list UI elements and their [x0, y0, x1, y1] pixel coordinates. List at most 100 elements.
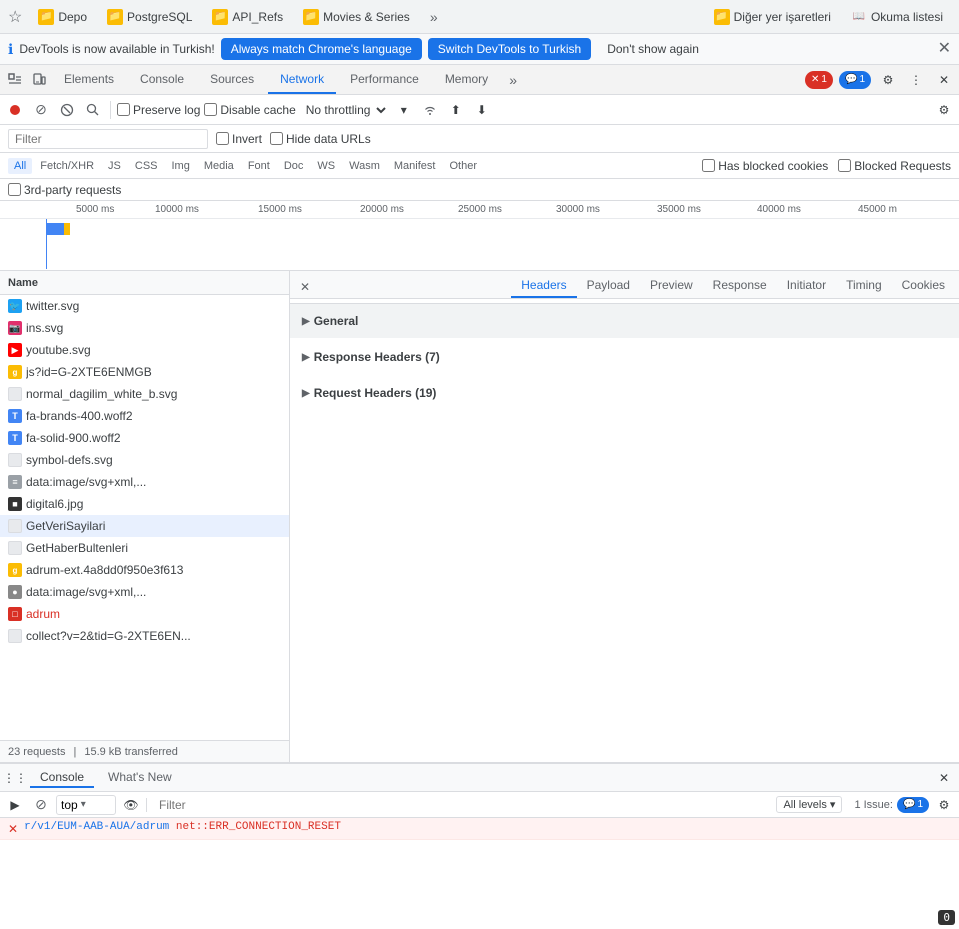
- tab-console[interactable]: Console: [128, 65, 196, 94]
- detail-tab-preview[interactable]: Preview: [640, 274, 703, 298]
- file-item-data-svg-2[interactable]: ● data:image/svg+xml,...: [0, 581, 289, 603]
- detail-tab-timing[interactable]: Timing: [836, 274, 892, 298]
- close-devtools-button[interactable]: ✕: [933, 69, 955, 91]
- bookmark-reading[interactable]: 📖 Okuma listesi: [843, 6, 951, 28]
- invert-label[interactable]: Invert: [216, 132, 262, 146]
- detail-tab-headers[interactable]: Headers: [511, 274, 576, 298]
- console-execute-button[interactable]: ▶: [4, 794, 26, 816]
- filter-type-ws[interactable]: WS: [311, 158, 341, 174]
- filter-type-img[interactable]: Img: [166, 158, 196, 174]
- network-settings-button[interactable]: ⚙: [933, 99, 955, 121]
- console-settings-button[interactable]: ⚙: [933, 794, 955, 816]
- filter-type-all[interactable]: All: [8, 158, 32, 174]
- device-toolbar-button[interactable]: [28, 69, 50, 91]
- dont-show-again-button[interactable]: Don't show again: [597, 38, 709, 60]
- filter-type-wasm[interactable]: Wasm: [343, 158, 386, 174]
- switch-devtools-button[interactable]: Switch DevTools to Turkish: [428, 38, 591, 60]
- file-favicon-font: T: [8, 431, 22, 445]
- has-blocked-cookies-checkbox[interactable]: [702, 159, 715, 172]
- close-detail-button[interactable]: ✕: [294, 276, 316, 298]
- bookmark-depo[interactable]: 📁 Depo: [30, 6, 95, 28]
- preserve-log-label[interactable]: Preserve log: [117, 103, 200, 117]
- filter-type-css[interactable]: CSS: [129, 158, 164, 174]
- response-headers-section[interactable]: ▶ Response Headers (7): [290, 338, 959, 374]
- always-match-button[interactable]: Always match Chrome's language: [221, 38, 422, 60]
- throttle-down-button[interactable]: ▾: [393, 99, 415, 121]
- detail-tab-response[interactable]: Response: [703, 274, 777, 298]
- blocked-requests-checkbox[interactable]: [838, 159, 851, 172]
- file-item-collect[interactable]: collect?v=2&tid=G-2XTE6EN...: [0, 625, 289, 647]
- throttle-select[interactable]: No throttling: [300, 102, 389, 118]
- inspect-element-button[interactable]: [4, 69, 26, 91]
- file-item-ins[interactable]: 📷 ins.svg: [0, 317, 289, 339]
- file-item-data-svg-1[interactable]: ≡ data:image/svg+xml,...: [0, 471, 289, 493]
- detail-tab-initiator[interactable]: Initiator: [777, 274, 836, 298]
- file-item-youtube[interactable]: ▶ youtube.svg: [0, 339, 289, 361]
- file-item-adrum-ext[interactable]: g adrum-ext.4a8dd0f950e3f613: [0, 559, 289, 581]
- search-button[interactable]: [82, 99, 104, 121]
- console-tab-console[interactable]: Console: [30, 768, 94, 788]
- tab-memory[interactable]: Memory: [433, 65, 500, 94]
- bookmark-other[interactable]: 📁 Diğer yer işaretleri: [706, 6, 839, 28]
- tab-performance[interactable]: Performance: [338, 65, 431, 94]
- filter-type-fetch-xhr[interactable]: Fetch/XHR: [34, 158, 100, 174]
- third-party-checkbox[interactable]: [8, 183, 21, 196]
- detail-tab-payload[interactable]: Payload: [577, 274, 640, 298]
- filter-type-doc[interactable]: Doc: [278, 158, 310, 174]
- file-item-symbol-defs[interactable]: symbol-defs.svg: [0, 449, 289, 471]
- has-blocked-cookies-label[interactable]: Has blocked cookies: [702, 159, 828, 173]
- bookmark-movies[interactable]: 📁 Movies & Series: [295, 6, 418, 28]
- blocked-requests-label[interactable]: Blocked Requests: [838, 159, 951, 173]
- file-item-digital6[interactable]: ■ digital6.jpg: [0, 493, 289, 515]
- more-options-button[interactable]: ⋮: [905, 69, 927, 91]
- filter-input[interactable]: [8, 129, 208, 149]
- filter-type-js[interactable]: JS: [102, 158, 127, 174]
- filter-type-manifest[interactable]: Manifest: [388, 158, 442, 174]
- stop-button[interactable]: ⊘: [30, 99, 52, 121]
- preserve-log-checkbox[interactable]: [117, 103, 130, 116]
- tab-network[interactable]: Network: [268, 65, 336, 94]
- close-console-button[interactable]: ✕: [933, 767, 955, 789]
- hide-data-urls-label[interactable]: Hide data URLs: [270, 132, 371, 146]
- file-item-jsid[interactable]: g js?id=G-2XTE6ENMGB: [0, 361, 289, 383]
- record-button[interactable]: [4, 99, 26, 121]
- file-item-adrum[interactable]: □ adrum: [0, 603, 289, 625]
- disable-cache-checkbox[interactable]: [204, 103, 217, 116]
- filter-type-other[interactable]: Other: [443, 158, 483, 174]
- third-party-label[interactable]: 3rd-party requests: [8, 183, 121, 197]
- context-selector[interactable]: top ▾: [56, 795, 116, 815]
- detail-tab-cookies[interactable]: Cookies: [892, 274, 955, 298]
- hide-data-urls-checkbox[interactable]: [270, 132, 283, 145]
- file-item-fa-solid[interactable]: T fa-solid-900.woff2: [0, 427, 289, 449]
- disable-cache-label[interactable]: Disable cache: [204, 103, 295, 117]
- console-stop-button[interactable]: ⊘: [30, 794, 52, 816]
- all-levels-button[interactable]: All levels ▾: [776, 796, 842, 813]
- general-section[interactable]: ▶ General: [290, 303, 959, 338]
- more-tabs-button[interactable]: »: [502, 69, 524, 91]
- console-eye-button[interactable]: 👁: [120, 794, 142, 816]
- bookmark-more[interactable]: »: [422, 6, 446, 28]
- file-item-twitter[interactable]: 🐦 twitter.svg: [0, 295, 289, 317]
- export-button[interactable]: ⬇: [471, 99, 493, 121]
- settings-button[interactable]: ⚙: [877, 69, 899, 91]
- bookmark-postgresql[interactable]: 📁 PostgreSQL: [99, 6, 200, 28]
- file-item-getverisayilari[interactable]: GetVeriSayilari: [0, 515, 289, 537]
- close-notification-button[interactable]: ✕: [938, 41, 951, 57]
- wifi-icon-button[interactable]: [419, 99, 441, 121]
- bookmark-api-refs[interactable]: 📁 API_Refs: [204, 6, 291, 28]
- filter-type-media[interactable]: Media: [198, 158, 240, 174]
- tab-elements[interactable]: Elements: [52, 65, 126, 94]
- import-button[interactable]: ⬆: [445, 99, 467, 121]
- request-headers-section[interactable]: ▶ Request Headers (19): [290, 374, 959, 410]
- file-item-normal-dagilim[interactable]: normal_dagilim_white_b.svg: [0, 383, 289, 405]
- filter-type-font[interactable]: Font: [242, 158, 276, 174]
- console-filter-input[interactable]: [155, 798, 772, 812]
- clear-button[interactable]: [56, 99, 78, 121]
- invert-checkbox[interactable]: [216, 132, 229, 145]
- console-drag-handle[interactable]: ⋮⋮: [4, 767, 26, 789]
- file-item-gethaberbultenleri[interactable]: GetHaberBultenleri: [0, 537, 289, 559]
- error-url[interactable]: r/v1/EUM-AAB-AUA/adrum: [24, 821, 169, 833]
- tab-sources[interactable]: Sources: [198, 65, 266, 94]
- console-tab-whats-new[interactable]: What's New: [98, 768, 182, 788]
- file-item-fa-brands[interactable]: T fa-brands-400.woff2: [0, 405, 289, 427]
